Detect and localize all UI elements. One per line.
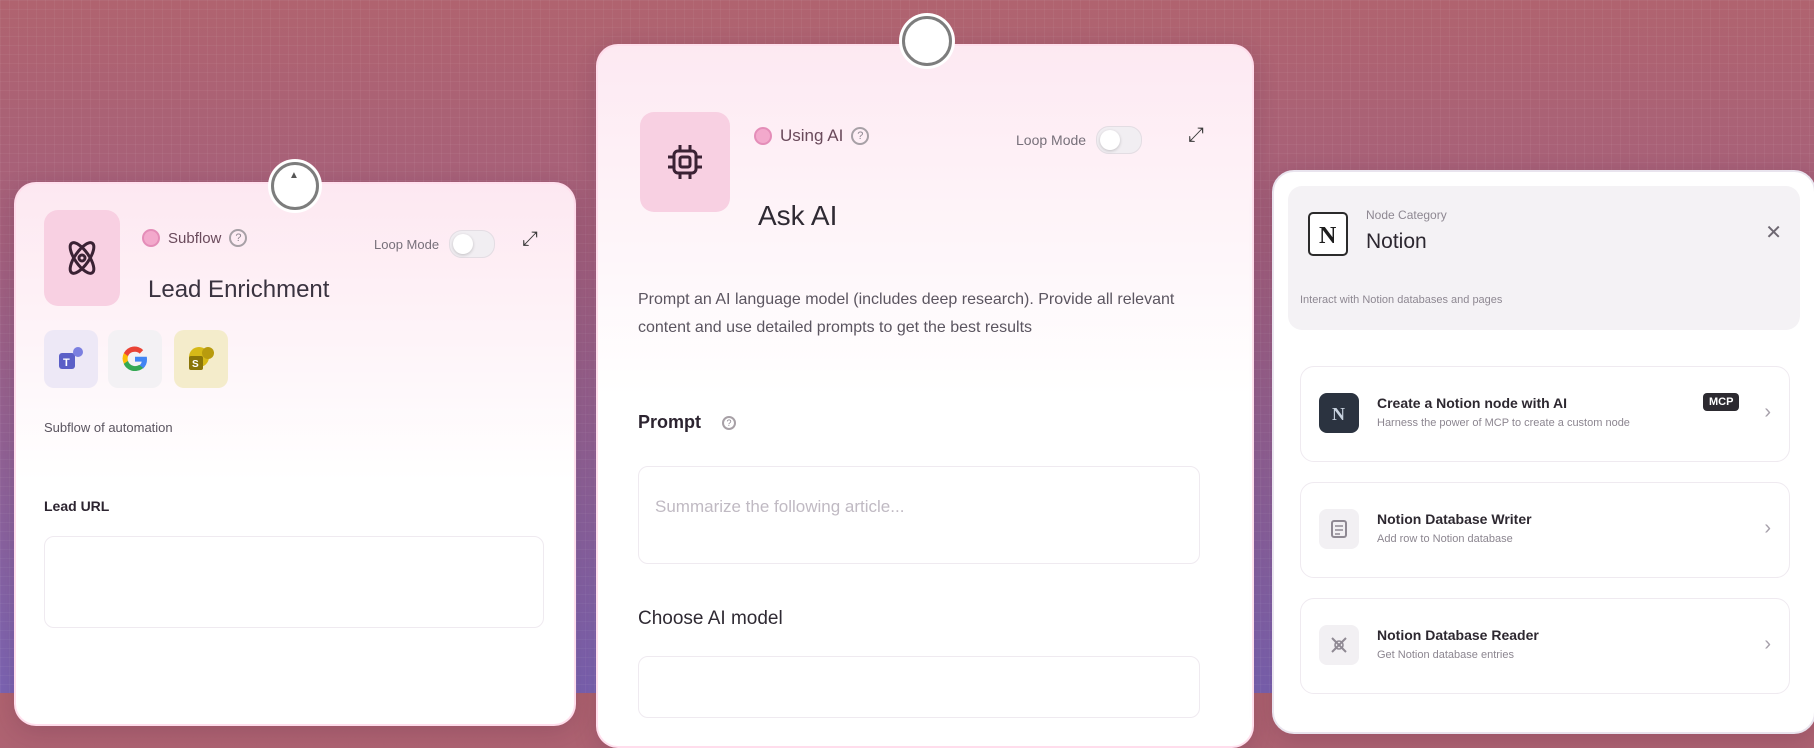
lead-url-input[interactable] bbox=[44, 536, 544, 628]
chip-icon bbox=[668, 145, 702, 179]
category-description: Interact with Notion databases and pages bbox=[1300, 294, 1503, 306]
caret-up-icon: ▲ bbox=[289, 170, 299, 181]
help-icon[interactable]: ? bbox=[722, 416, 736, 430]
lead-url-label: Lead URL bbox=[44, 498, 110, 514]
loop-mode-toggle[interactable] bbox=[1096, 126, 1143, 154]
chevron-right-icon: › bbox=[1764, 633, 1771, 655]
svg-text:N: N bbox=[1332, 404, 1345, 424]
help-icon[interactable]: ? bbox=[229, 229, 248, 247]
list-item-title: Notion Database Reader bbox=[1377, 627, 1539, 643]
google-icon bbox=[122, 346, 148, 372]
list-item-subtitle: Add row to Notion database bbox=[1377, 533, 1513, 545]
notion-icon: N bbox=[1319, 223, 1337, 248]
node-description: Subflow of automation bbox=[44, 420, 173, 435]
ai-icon-box bbox=[640, 112, 730, 212]
node-description: Prompt an AI language model (includes de… bbox=[638, 291, 1175, 336]
category-caption: Node Category bbox=[1366, 208, 1447, 222]
prompt-placeholder: Summarize the following article... bbox=[655, 497, 905, 516]
loop-mode-label: Loop Mode bbox=[374, 236, 440, 252]
writer-icon-box bbox=[1319, 509, 1359, 549]
loop-mode-label: Loop Mode bbox=[1016, 132, 1087, 148]
tag-dot-icon bbox=[142, 229, 160, 247]
subflow-node-card[interactable]: Subflow ? Loop Mode ⤢ Lead Enrichment T … bbox=[14, 182, 576, 726]
tag-dot-icon bbox=[754, 127, 772, 145]
sharepoint-tile[interactable]: S bbox=[174, 330, 228, 388]
list-item-subtitle: Harness the power of MCP to create a cus… bbox=[1377, 417, 1630, 429]
subflow-icon-box bbox=[44, 210, 120, 306]
expand-icon[interactable]: ⤢ bbox=[522, 228, 538, 251]
help-icon[interactable]: ? bbox=[851, 127, 870, 145]
reader-icon-box bbox=[1319, 625, 1359, 665]
node-tag-label: Subflow bbox=[168, 229, 222, 247]
sharepoint-icon: S bbox=[189, 347, 214, 370]
notion-ai-icon: N bbox=[1332, 404, 1345, 424]
google-tile[interactable] bbox=[108, 330, 162, 388]
category-header: N Node Category Notion ✕ Interact with N… bbox=[1288, 186, 1800, 330]
node-title: Lead Enrichment bbox=[148, 276, 330, 303]
expand-icon[interactable]: ⤢ bbox=[1188, 124, 1204, 147]
chevron-right-icon: › bbox=[1764, 517, 1771, 539]
node-tag-label: Using AI bbox=[780, 126, 844, 145]
database-reader-icon bbox=[1331, 637, 1347, 653]
choose-model-label: Choose AI model bbox=[638, 608, 783, 629]
list-item-subtitle: Get Notion database entries bbox=[1377, 649, 1514, 661]
list-item-title: Create a Notion node with AI bbox=[1377, 395, 1568, 411]
ai-node-icon-box: N bbox=[1319, 393, 1359, 433]
left-node-connector[interactable]: ▲ bbox=[271, 162, 319, 210]
svg-text:T: T bbox=[63, 357, 70, 369]
database-writer-icon bbox=[1331, 520, 1347, 538]
teams-icon: T bbox=[59, 347, 83, 369]
list-item-title: Notion Database Writer bbox=[1377, 511, 1532, 527]
node-title: Ask AI bbox=[758, 200, 838, 231]
prompt-input[interactable]: Summarize the following article... bbox=[638, 466, 1200, 564]
teams-tile[interactable]: T bbox=[44, 330, 98, 388]
notion-logo-box: N bbox=[1308, 212, 1348, 256]
svg-text:N: N bbox=[1319, 223, 1337, 248]
loop-mode-toggle[interactable] bbox=[449, 230, 496, 258]
ai-model-select[interactable] bbox=[638, 656, 1200, 718]
close-icon[interactable]: ✕ bbox=[1765, 220, 1782, 245]
category-title: Notion bbox=[1366, 230, 1427, 253]
list-item-notion-database-reader[interactable]: Notion Database Reader Get Notion databa… bbox=[1300, 598, 1790, 694]
prompt-label: Prompt bbox=[638, 412, 701, 432]
notion-category-panel: N Node Category Notion ✕ Interact with N… bbox=[1272, 170, 1814, 734]
mcp-badge: MCP bbox=[1703, 393, 1740, 411]
mid-node-connector[interactable] bbox=[902, 16, 952, 66]
subflow-icon bbox=[68, 241, 96, 275]
list-item-create-notion-node[interactable]: N Create a Notion node with AI Harness t… bbox=[1300, 366, 1790, 462]
svg-text:S: S bbox=[192, 359, 199, 370]
ask-ai-node-card[interactable]: Using AI ? Loop Mode ⤢ Ask AI Prompt an … bbox=[596, 44, 1254, 748]
list-item-notion-database-writer[interactable]: Notion Database Writer Add row to Notion… bbox=[1300, 482, 1790, 578]
chevron-right-icon: › bbox=[1764, 401, 1771, 423]
